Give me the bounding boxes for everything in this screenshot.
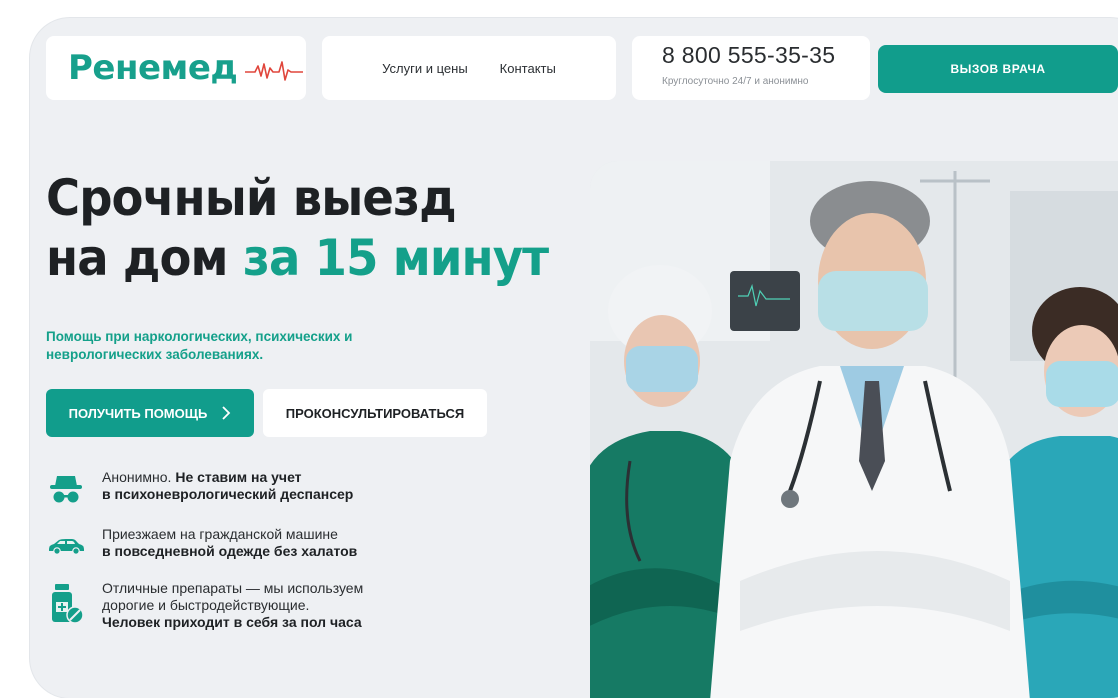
hero-title-accent: за 15 минут bbox=[242, 229, 549, 287]
pills-icon bbox=[46, 580, 86, 628]
car-icon bbox=[46, 526, 86, 566]
consult-button[interactable]: ПРОКОНСУЛЬТИРОВАТЬСЯ bbox=[263, 389, 487, 437]
hero-title: Срочный выезд на дом за 15 минут bbox=[46, 168, 549, 288]
feature-anonymous-text: Анонимно. Не ставим на учет в психоневро… bbox=[102, 469, 353, 503]
call-doctor-button[interactable]: ВЫЗОВ ВРАЧА bbox=[878, 45, 1118, 93]
feature-pills-plain2: дорогие и быстродействующие. bbox=[102, 597, 310, 613]
feature-car-plain: Приезжаем на гражданской машине bbox=[102, 526, 338, 542]
hero-title-line1: Срочный выезд bbox=[46, 169, 457, 227]
feature-anonymous-bold2: в психоневрологический деспансер bbox=[102, 486, 354, 502]
feature-anonymous: Анонимно. Не ставим на учет в психоневро… bbox=[46, 469, 353, 509]
phone-note: Круглосуточно 24/7 и анонимно bbox=[662, 76, 809, 87]
chevron-right-icon bbox=[222, 406, 231, 420]
feature-pills-plain: Отличные препараты — мы используем bbox=[102, 580, 364, 596]
hero-subtitle: Помощь при наркологических, психических … bbox=[46, 329, 353, 362]
hero-doctors-photo bbox=[590, 161, 1118, 698]
feature-pills-text: Отличные препараты — мы используем дорог… bbox=[102, 580, 363, 631]
feature-car-bold: в повседневной одежде без халатов bbox=[102, 543, 358, 559]
feature-car: Приезжаем на гражданской машине в повсед… bbox=[46, 526, 357, 566]
nav-services-prices[interactable]: Услуги и цены bbox=[382, 61, 468, 76]
feature-pills-bold: Человек приходит в себя за пол часа bbox=[102, 614, 362, 630]
hero-title-line2: на дом bbox=[46, 229, 243, 287]
doctors-illustration bbox=[590, 161, 1118, 698]
feature-anonymous-bold: Не ставим на учет bbox=[175, 469, 302, 485]
incognito-icon bbox=[46, 469, 86, 509]
main-nav: Услуги и цены Контакты bbox=[322, 36, 616, 100]
phone-block: 8 800 555-35-35 Круглосуточно 24/7 и ано… bbox=[632, 36, 870, 100]
phone-number[interactable]: 8 800 555-35-35 bbox=[662, 42, 870, 69]
nav-contacts[interactable]: Контакты bbox=[500, 61, 556, 76]
logo-text: Ренемед bbox=[68, 48, 238, 88]
get-help-label: ПОЛУЧИТЬ ПОМОЩЬ bbox=[68, 405, 208, 421]
get-help-button[interactable]: ПОЛУЧИТЬ ПОМОЩЬ bbox=[46, 389, 254, 437]
feature-anonymous-plain: Анонимно. bbox=[102, 469, 176, 485]
page-frame: Ренемед Услуги и цены Контакты 8 800 555… bbox=[30, 18, 1118, 698]
feature-pills: Отличные препараты — мы используем дорог… bbox=[46, 580, 363, 631]
heartbeat-icon bbox=[245, 61, 304, 81]
feature-car-text: Приезжаем на гражданской машине в повсед… bbox=[102, 526, 357, 560]
logo[interactable]: Ренемед bbox=[46, 36, 306, 100]
